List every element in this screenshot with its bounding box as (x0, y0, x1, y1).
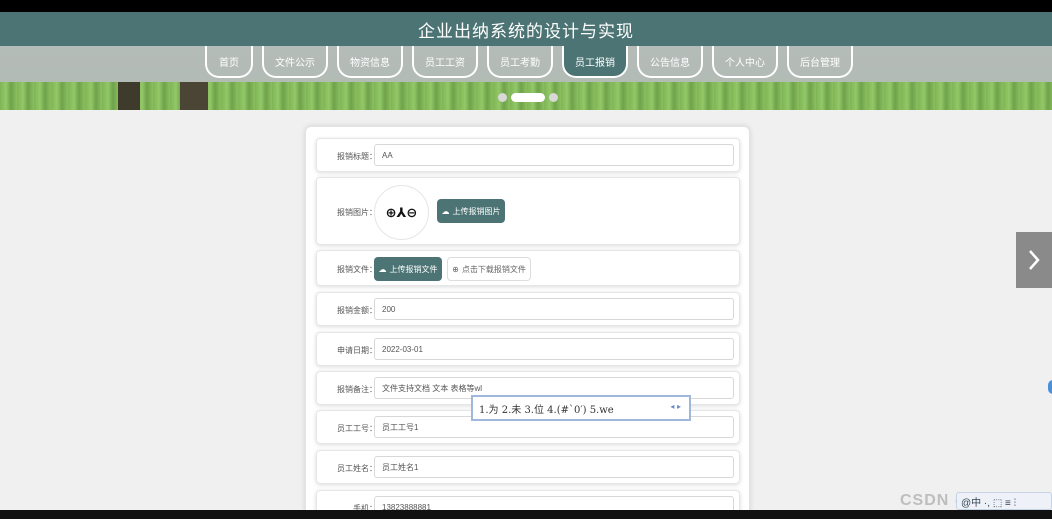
amount-label: 报销金额： (337, 306, 377, 315)
main-nav: 首页 文件公示 物资信息 员工工资 员工考勤 员工报销 公告信息 个人中心 后台… (205, 46, 853, 80)
chevron-right-icon (1029, 250, 1040, 270)
image-label: 报销图片： (337, 208, 377, 217)
reimbursement-form-card: 报销标题： AA 报销图片： ⊕⅄⊖ ☁ 上传报销图片 报销文件： ☁ 上传报销… (305, 126, 750, 516)
banner-tree-trunk (118, 82, 140, 110)
carousel-indicators (498, 93, 558, 102)
form-row-file: 报销文件： ☁ 上传报销文件 ⊕ 点击下载报销文件 (316, 250, 740, 286)
file-label: 报销文件： (337, 265, 377, 274)
download-file-label: 点击下载报销文件 (461, 264, 526, 274)
form-row-date: 申请日期： 2022-03-01 (316, 332, 740, 366)
employee-no-label: 员工工号： (337, 424, 377, 433)
carousel-next-button[interactable] (1016, 232, 1052, 288)
upload-file-label: 上传报销文件 (389, 264, 438, 274)
upload-file-button[interactable]: ☁ 上传报销文件 (374, 257, 442, 281)
nav-item-attendance[interactable]: 员工考勤 (487, 46, 553, 78)
download-file-button[interactable]: ⊕ 点击下载报销文件 (447, 257, 531, 281)
site-title: 企业出纳系统的设计与实现 (418, 21, 634, 42)
upload-image-button[interactable]: ☁ 上传报销图片 (437, 199, 505, 223)
employee-name-label: 员工姓名： (337, 464, 377, 473)
cloud-upload-icon: ☁ (441, 206, 450, 216)
remark-label: 报销备注： (337, 385, 377, 394)
nav-item-personal-center[interactable]: 个人中心 (712, 46, 778, 78)
site-header: 企业出纳系统的设计与实现 (0, 12, 1052, 46)
ime-candidate-window[interactable]: 1.为 2.未 3.位 4.(#`0′) 5.we ◂ ▸ (471, 395, 691, 421)
screen-bottom-bar (0, 510, 1052, 519)
carousel-dot[interactable] (498, 93, 507, 102)
form-row-amount: 报销金额： 200 (316, 292, 740, 326)
nav-item-admin[interactable]: 后台管理 (787, 46, 853, 78)
date-label: 申请日期： (337, 346, 377, 355)
amount-input[interactable]: 200 (374, 298, 734, 320)
carousel-dot-active[interactable] (511, 93, 545, 102)
banner-tree-trunk (180, 82, 208, 110)
ime-page-arrows-icon[interactable]: ◂ ▸ (670, 402, 681, 411)
form-row-title: 报销标题： AA (316, 138, 740, 172)
screen-top-bar (0, 0, 1052, 12)
cloud-upload-icon: ☁ (378, 264, 387, 274)
nav-item-home[interactable]: 首页 (205, 46, 253, 78)
nav-item-materials[interactable]: 物资信息 (337, 46, 403, 78)
image-placeholder-icon: ⊕⅄⊖ (385, 204, 418, 220)
form-row-employee-name: 员工姓名： 员工姓名1 (316, 450, 740, 484)
nav-item-reimbursement[interactable]: 员工报销 (562, 46, 628, 78)
title-label: 报销标题： (337, 152, 377, 161)
employee-name-input[interactable]: 员工姓名1 (374, 456, 734, 478)
download-icon: ⊕ (452, 264, 459, 274)
nav-item-file-notice[interactable]: 文件公示 (262, 46, 328, 78)
carousel-dot[interactable] (549, 93, 558, 102)
nav-item-announcements[interactable]: 公告信息 (637, 46, 703, 78)
upload-image-label: 上传报销图片 (452, 206, 501, 216)
nav-item-salary[interactable]: 员工工资 (412, 46, 478, 78)
form-row-image: 报销图片： ⊕⅄⊖ ☁ 上传报销图片 (316, 177, 740, 245)
date-input[interactable]: 2022-03-01 (374, 338, 734, 360)
ime-candidates[interactable]: 1.为 2.未 3.位 4.(#`0′) 5.we (479, 401, 614, 416)
image-preview[interactable]: ⊕⅄⊖ (374, 185, 429, 240)
title-input[interactable]: AA (374, 144, 734, 166)
floating-blue-handle[interactable] (1048, 380, 1052, 394)
ime-status-bar[interactable]: @中 ·, ⬚ ≡ ⫶ (956, 492, 1052, 510)
